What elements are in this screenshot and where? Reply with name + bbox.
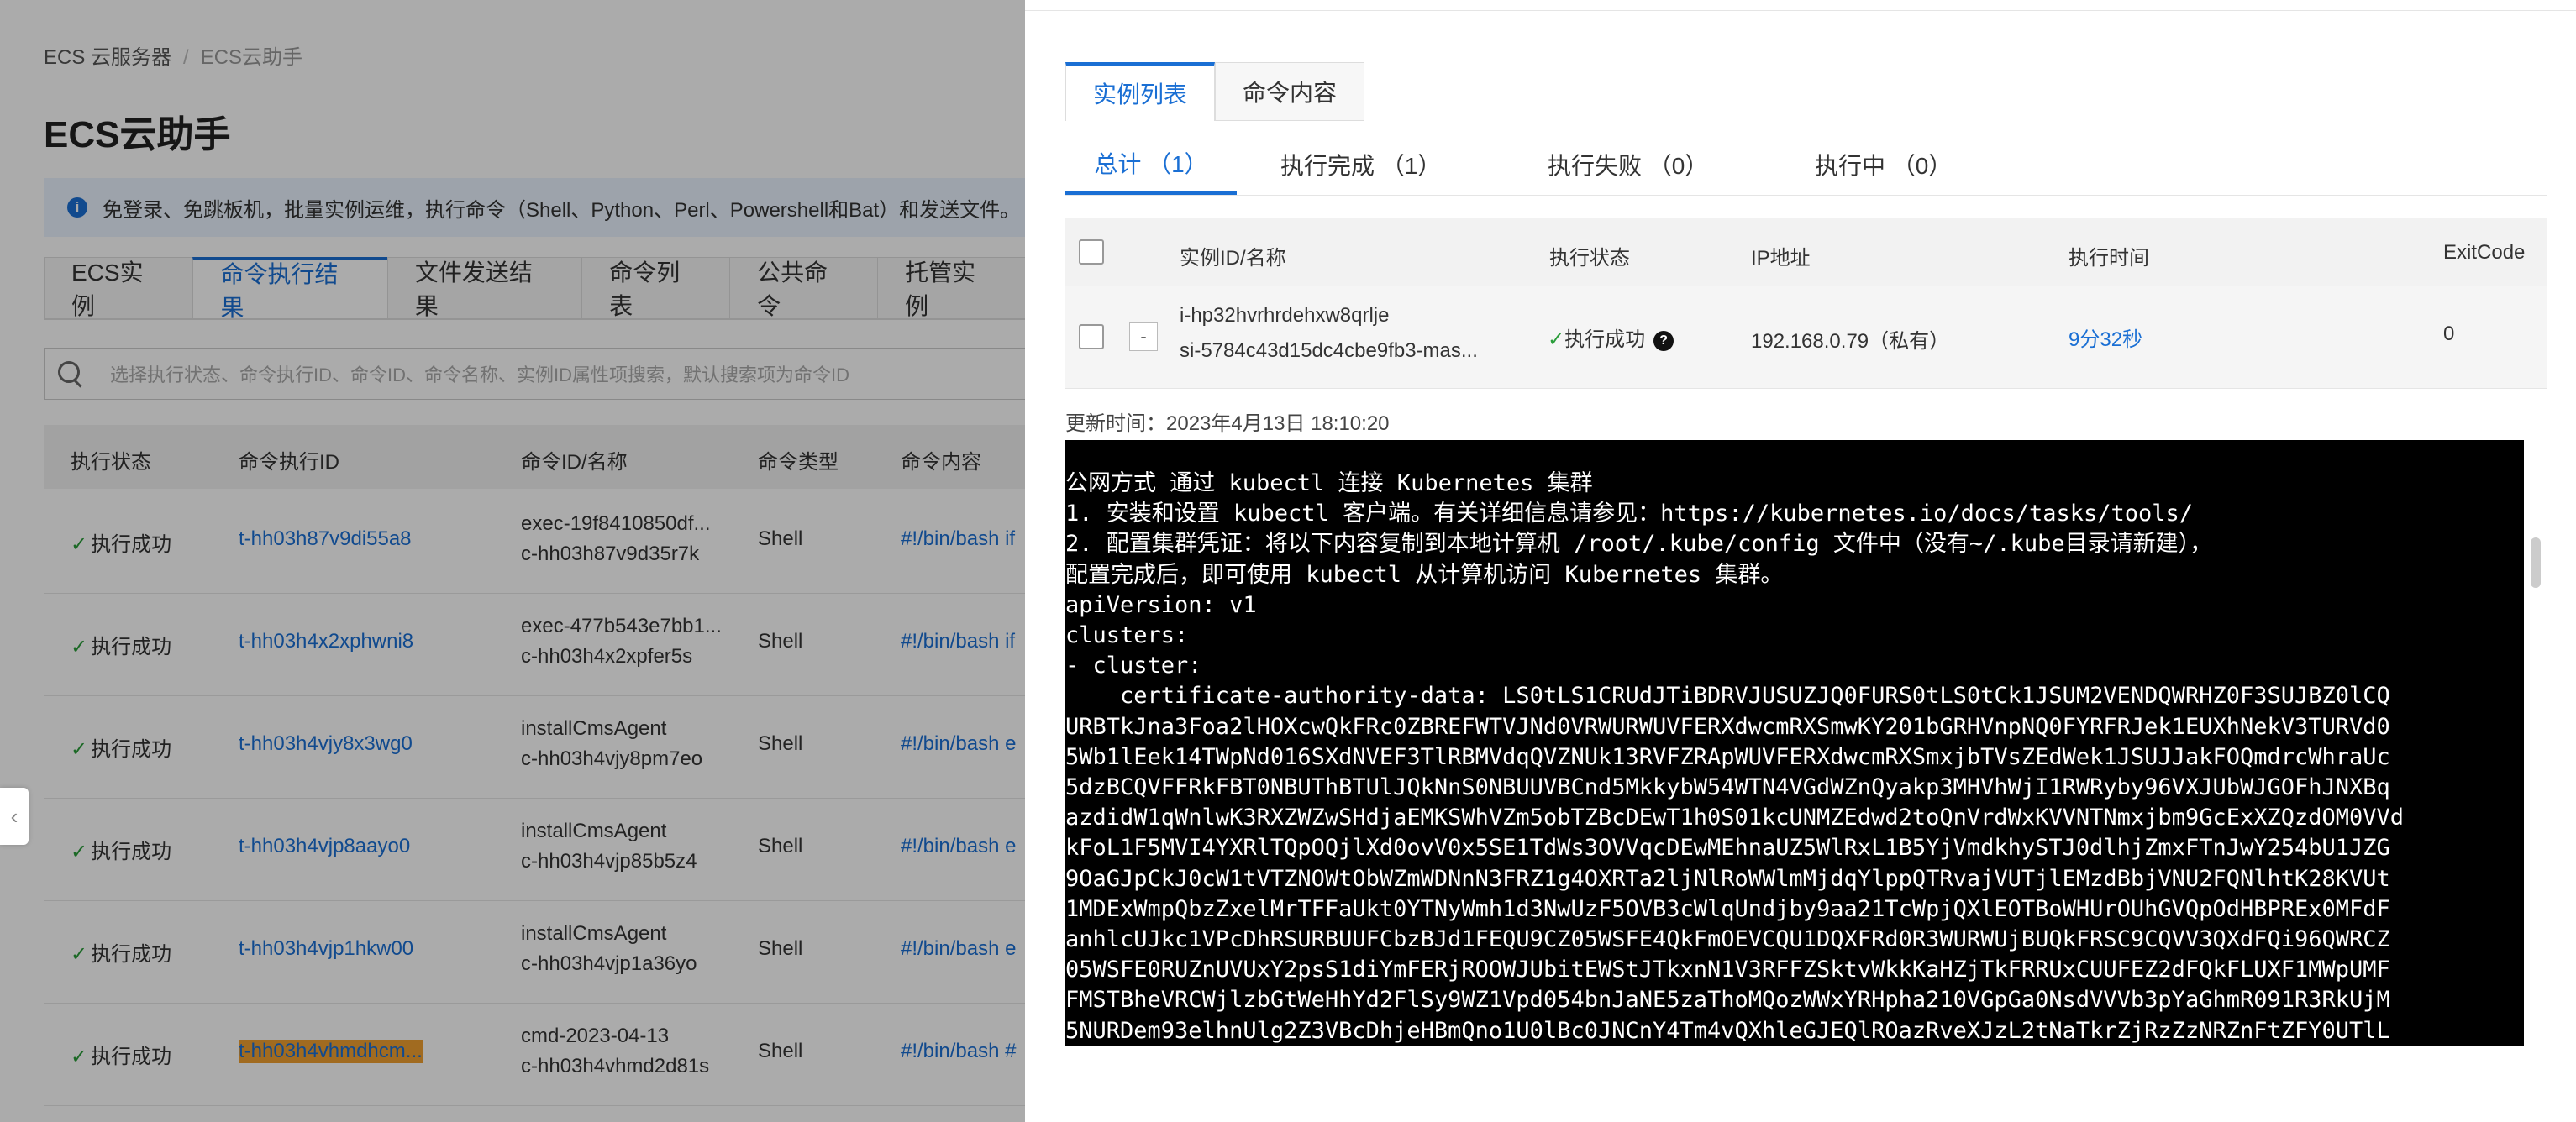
- exec-time-link[interactable]: 9分32秒: [2069, 322, 2142, 352]
- output-line: 1MDExWmpQbzZxelMrTFFaUkt0YTNyWmh1d3NwUzF…: [1065, 895, 2390, 922]
- output-line: azdidW1qWnlwK3RXZWZwSHdjaEMKSWhVZm5obTZB…: [1065, 805, 2405, 831]
- output-line: 2. 配置集群凭证：将以下内容复制到本地计算机 /root/.kube/conf…: [1065, 531, 2213, 558]
- header-exit-code: ExitCode: [2443, 241, 2526, 264]
- tab-instance-list[interactable]: 实例列表: [1065, 62, 1216, 121]
- help-icon[interactable]: ?: [1653, 330, 1674, 351]
- tab-running[interactable]: 执行中 （0）: [1815, 134, 1952, 195]
- header-exec-time: 执行时间: [2069, 247, 2149, 270]
- exit-code: 0: [2443, 322, 2455, 345]
- drawer-top-bar: [1025, 0, 2576, 11]
- tab-total[interactable]: 总计 （1）: [1065, 134, 1237, 195]
- status-filter-tabs: 总计 （1） 执行完成 （1） 执行失败 （0） 执行中 （0）: [1065, 134, 2547, 196]
- output-scrollbar[interactable]: [2531, 537, 2541, 588]
- updated-time: 更新时间：2023年4月13日 18:10:20: [1065, 412, 1390, 435]
- exec-status-label: 执行成功: [1564, 328, 1646, 351]
- instance-name: si-5784c43d15dc4cbe9fb3-mas...: [1180, 339, 1478, 362]
- detail-drawer: 实例列表 命令内容 总计 （1） 执行完成 （1） 执行失败 （0） 执行中 （…: [1025, 0, 2576, 1122]
- drawer-tabs: 实例列表 命令内容: [1065, 62, 1365, 121]
- instance-id: i-hp32hvrhrdehxw8qrlje: [1180, 304, 1390, 327]
- checkmark-icon: ✓: [1548, 328, 1565, 351]
- output-line: 1. 安装和设置 kubectl 客户端。有关详细信息请参见：https://k…: [1065, 501, 2194, 527]
- row-collapse-toggle[interactable]: -: [1129, 322, 1158, 351]
- table-row[interactable]: - i-hp32hvrhrdehxw8qrlje si-5784c43d15dc…: [1065, 286, 2547, 389]
- background-page: ECS 云服务器 / ECS云助手 ECS云助手 i 免登录、免跳板机，批量实例运维…: [0, 0, 1052, 1122]
- output-line: apiVersion: v1: [1065, 591, 1257, 618]
- header-exec-status: 执行状态: [1549, 247, 1630, 270]
- output-line: 5dzBCQVFFRkFBT0NBUThBTUlJQkNnS0NBUUVBCnd…: [1065, 774, 2390, 801]
- header-instance: 实例ID/名称: [1180, 247, 1286, 270]
- output-line: 公网方式 通过 kubectl 连接 Kubernetes 集群: [1065, 470, 1593, 496]
- output-line: - cluster:: [1065, 653, 1202, 679]
- output-line: 配置完成后，即可使用 kubectl 从计算机访问 Kubernetes 集群。: [1065, 561, 1784, 588]
- output-line: 5NURDem93elhnUlg2Z3VBcDhjeHBmQno1U0lBc0J…: [1065, 1017, 2390, 1044]
- instance-table-header: 实例ID/名称 执行状态 IP地址 执行时间 ExitCode: [1065, 218, 2547, 286]
- output-line: kFoL1F5MVI4YXRlTQpOQjlXd0ovV0x5SE1TdWs3O…: [1065, 835, 2390, 862]
- tab-command-content[interactable]: 命令内容: [1215, 62, 1365, 121]
- ip-address: 192.168.0.79（私有）: [1751, 330, 1950, 353]
- header-ip: IP地址: [1751, 247, 1811, 270]
- output-line: 5Wb1lEek14TWpNd016SXdNVEF3TlRBMVdqQVZNUk…: [1065, 743, 2390, 770]
- output-line: 9OaGJpCkJ0cW1tVTZNOWtObWZmWDNnN3FRZ1g4OX…: [1065, 865, 2390, 892]
- drawer-collapse-handle[interactable]: ‹: [0, 788, 29, 845]
- select-all-checkbox[interactable]: [1079, 239, 1104, 265]
- tab-failed[interactable]: 执行失败 （0）: [1548, 134, 1708, 195]
- tab-completed[interactable]: 执行完成 （1）: [1280, 134, 1441, 195]
- output-line: URBTkJna3Foa2lHOXcwQkFRc0ZBREFWTVJNd0VRW…: [1065, 713, 2390, 740]
- exec-status: ✓执行成功?: [1548, 322, 1674, 352]
- modal-overlay[interactable]: [0, 0, 1025, 1122]
- output-line: FMSTBheVRCWjlzbGtWeHhYd2FlSy9WZ1Vpd054bn…: [1065, 987, 2390, 1014]
- command-output-terminal[interactable]: 公网方式 通过 kubectl 连接 Kubernetes 集群 1. 安装和设置…: [1065, 440, 2524, 1046]
- output-line: clusters:: [1065, 622, 1189, 649]
- output-line: certificate-authority-data: LS0tLS1CRUdJ…: [1065, 683, 2390, 710]
- output-line: 05WSFE0RUZnUVUxY2psS1diYmFERjROOWJUbitEW…: [1065, 957, 2390, 983]
- row-checkbox[interactable]: [1079, 324, 1104, 349]
- output-line: anhlcUJkc1VPcDhRSURBUUFCbzBJd1FEQU9CZ05W…: [1065, 926, 2390, 953]
